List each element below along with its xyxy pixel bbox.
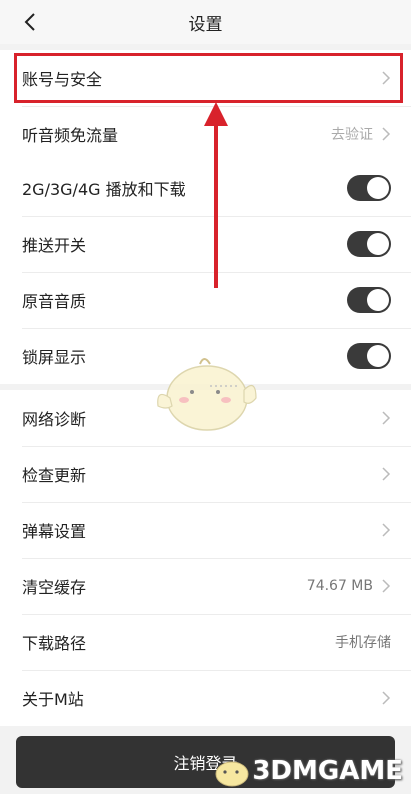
arrow-up-icon — [204, 102, 228, 288]
toggle-knob — [367, 233, 389, 255]
chevron-right-icon — [382, 71, 391, 85]
chevron-right-icon — [382, 467, 391, 481]
watermark: 3DMGAME — [212, 754, 403, 788]
row-value: 74.67 MB — [306, 578, 373, 594]
page-title: 设置 — [188, 14, 223, 35]
row-label: 推送开关 — [22, 236, 87, 255]
row-label: 关于M站 — [22, 690, 84, 709]
toggle-knob — [367, 345, 389, 367]
toggle-switch[interactable] — [347, 343, 391, 369]
row-value: 手机存储 — [335, 635, 391, 651]
chevron-right-icon — [382, 691, 391, 705]
toggle-knob — [367, 289, 389, 311]
row-label: 2G/3G/4G 播放和下载 — [22, 180, 186, 199]
chevron-right-icon — [382, 523, 391, 537]
back-chevron-icon — [24, 13, 35, 31]
row-label: 清空缓存 — [22, 578, 87, 597]
row-about[interactable]: 关于M站 — [0, 670, 411, 726]
toggle-knob — [367, 177, 389, 199]
row-danmaku-settings[interactable]: 弹幕设置 — [0, 502, 411, 558]
row-label: 账号与安全 — [22, 70, 103, 89]
mascot-mini-icon — [215, 761, 249, 787]
row-label: 检查更新 — [22, 466, 87, 485]
chevron-right-icon — [382, 579, 391, 593]
footer: 注销登录 3DMGAME — [0, 726, 411, 794]
row-clear-cache[interactable]: 清空缓存 74.67 MB — [0, 558, 411, 614]
row-label: 下载路径 — [22, 634, 87, 653]
row-check-update[interactable]: 检查更新 — [0, 446, 411, 502]
top-bar: 设置 — [0, 0, 411, 44]
row-account-security[interactable]: 账号与安全 — [0, 50, 411, 106]
row-label: 原音音质 — [22, 292, 87, 311]
chevron-right-icon — [382, 127, 391, 141]
back-button[interactable] — [14, 6, 46, 38]
toggle-switch[interactable] — [347, 231, 391, 257]
toggle-switch[interactable] — [347, 287, 391, 313]
misc-section: 网络诊断 检查更新 弹幕设置 清空缓存 74.67 MB 下载路径 手机存储 关… — [0, 390, 411, 726]
chevron-right-icon — [382, 411, 391, 425]
row-download-path[interactable]: 下载路径 手机存储 — [0, 614, 411, 670]
mascot-icon — [157, 358, 257, 431]
watermark-text: 3DMGAME — [252, 756, 403, 786]
row-value: 去验证 — [331, 127, 373, 143]
toggle-switch[interactable] — [347, 175, 391, 201]
row-label: 弹幕设置 — [22, 522, 87, 541]
row-label: 听音频免流量 — [22, 126, 119, 145]
